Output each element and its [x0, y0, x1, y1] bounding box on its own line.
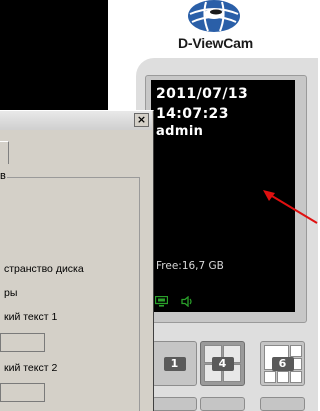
logo-text: D-ViewCam — [178, 35, 253, 51]
text1-label: кий текст 1 — [4, 311, 58, 323]
layout-4-label: 4 — [211, 356, 234, 371]
status-date: 2011/07/13 — [156, 86, 249, 102]
speaker-icon[interactable] — [181, 296, 193, 307]
groupbox-border-right — [139, 177, 140, 411]
background-window — [0, 0, 108, 112]
d-viewcam-globe-icon — [188, 0, 240, 32]
params-label: ры — [4, 287, 18, 299]
layout-button-row2-3[interactable] — [260, 397, 305, 411]
layout-button-row2-1[interactable] — [152, 397, 197, 411]
monitor-icon[interactable] — [155, 296, 168, 307]
text2-input[interactable] — [0, 383, 45, 402]
dialog-tab[interactable] — [0, 141, 9, 164]
layout-1-label: 1 — [163, 356, 186, 371]
groupbox-border-top — [0, 177, 140, 178]
groupbox-label: в — [0, 170, 7, 182]
status-user: admin — [156, 124, 204, 139]
text2-label: кий текст 2 — [4, 362, 58, 374]
layout-4-button[interactable]: 4 — [200, 341, 245, 386]
close-button[interactable]: × — [134, 113, 149, 127]
layout-1-button[interactable]: 1 — [152, 341, 197, 386]
layout-6-label: 6 — [271, 356, 294, 371]
disk-space-label: странство диска — [4, 263, 84, 275]
free-space-text: Free:16,7 GB — [156, 260, 224, 272]
status-time: 14:07:23 — [156, 106, 229, 122]
red-arrow-annotation — [263, 190, 318, 224]
dialog-title-bar[interactable] — [0, 111, 152, 130]
text1-input[interactable] — [0, 333, 45, 352]
layout-button-row2-2[interactable] — [200, 397, 245, 411]
layout-6-button[interactable]: 6 — [260, 341, 305, 386]
